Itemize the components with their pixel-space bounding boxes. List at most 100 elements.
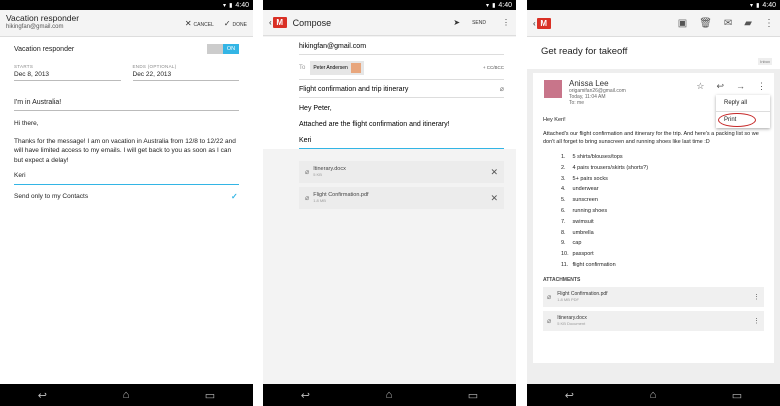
archive-icon[interactable]: ▣	[678, 18, 687, 29]
done-button[interactable]: ✓ DONE	[224, 19, 247, 28]
subject-field[interactable]: Flight confirmation and trip itinerary ⌀	[299, 80, 504, 98]
responder-form: Vacation responder ON STARTS Dec 8, 2013…	[0, 37, 253, 384]
page-title: Compose	[292, 17, 332, 28]
cancel-button[interactable]: ✕ CANCEL	[185, 19, 214, 28]
close-icon: ✕	[184, 18, 192, 28]
delete-icon[interactable]: 🗑	[699, 18, 712, 29]
subject-field[interactable]: I'm in Australia!	[14, 95, 239, 111]
message-overflow-menu: Reply all Print	[716, 95, 770, 128]
message-body: Hey Keri! Attached's our flight confirma…	[543, 116, 764, 271]
list-item: 3. 5+ pairs socks	[561, 175, 608, 182]
attachment-menu-icon[interactable]: ⋮	[753, 317, 760, 325]
attachment-item[interactable]: ⌀ Flight Confirmation.pdf 1.8 MB PDF ⋮	[543, 286, 764, 307]
status-bar: ▾ ▮ 4:40	[527, 0, 780, 10]
message-view: Get ready for takeoff Inbox Anissa Lee o…	[527, 37, 780, 384]
avatar[interactable]	[543, 79, 563, 99]
mark-unread-icon[interactable]: ✉	[724, 18, 732, 29]
app-bar: ‹ M ▣ 🗑 ✉ ▰ ⋮	[527, 10, 780, 37]
up-icon[interactable]: ‹	[269, 18, 272, 27]
back-icon[interactable]: ↩	[38, 389, 47, 402]
inbox-label-badge[interactable]: Inbox	[758, 58, 772, 65]
compose-form: hikingfan@gmail.com To Peter Andersen + …	[263, 37, 516, 384]
list-item: 2. 4 pairs trousers/skirts (shorts?)	[561, 164, 649, 171]
nav-bar: ↩ ⌂ ▭	[527, 384, 780, 406]
reply-icon[interactable]: ↩	[716, 81, 724, 92]
attachment-menu-icon[interactable]: ⋮	[753, 293, 760, 301]
forward-icon[interactable]: →	[736, 81, 745, 92]
cc-bcc-button[interactable]: + CC/BCC	[483, 65, 504, 70]
message-body[interactable]: Hey Peter, Attached are the flight confi…	[299, 98, 504, 149]
move-to-folder-icon[interactable]: ▰	[744, 18, 752, 29]
responder-label: Vacation responder	[14, 45, 75, 53]
home-icon[interactable]: ⌂	[386, 389, 393, 401]
back-icon[interactable]: ↩	[301, 389, 310, 402]
status-bar: ▾ ▮ 4:40	[263, 0, 516, 10]
message-overflow-icon[interactable]: ⋮	[757, 81, 766, 92]
avatar	[350, 63, 361, 73]
list-item: 4. underwear	[561, 186, 599, 193]
up-icon[interactable]: ‹	[533, 19, 536, 28]
list-item: 11. flight confirmation	[561, 261, 616, 268]
list-item: 9. cap	[561, 240, 582, 247]
attach-icon[interactable]: ⌀	[500, 85, 504, 93]
recents-icon[interactable]: ▭	[205, 389, 215, 402]
compose-screen: ▾ ▮ 4:40 ‹ M Compose ➤ SEND ⋮ hikingfan@g…	[263, 0, 516, 406]
attachment-item[interactable]: ⌀ Flight Confirmation.pdf 1.8 MB ✕	[299, 187, 504, 209]
battery-icon: ▮	[756, 2, 760, 9]
list-item: 10. passport	[561, 251, 594, 258]
recents-icon[interactable]: ▭	[732, 389, 742, 402]
vacation-responder-screen: ▾ ▮ 4:40 Vacation responder hikingfan@gm…	[0, 0, 253, 406]
star-icon[interactable]: ☆	[696, 81, 704, 92]
list-item: 1. 5 shirts/blouses/tops	[561, 154, 623, 160]
check-icon: ✓	[223, 18, 231, 28]
start-date-picker[interactable]: Dec 8, 2013	[14, 69, 121, 81]
remove-attachment-icon[interactable]: ✕	[490, 167, 498, 178]
contacts-only-checkbox[interactable]: ✓	[231, 192, 239, 201]
home-icon[interactable]: ⌂	[123, 389, 130, 401]
list-item: 6. running shoes	[561, 207, 608, 214]
paperclip-icon: ⌀	[547, 293, 552, 301]
list-item: 5. sunscreen	[561, 197, 598, 204]
status-time: 4:40	[498, 1, 512, 9]
wifi-icon: ▾	[223, 2, 227, 9]
message-subject: Get ready for takeoff	[541, 46, 628, 57]
responder-toggle[interactable]: ON	[207, 44, 239, 54]
menu-item-print[interactable]: Print	[716, 111, 770, 128]
contacts-only-label: Send only to my Contacts	[14, 193, 89, 201]
app-bar: Vacation responder hikingfan@gmail.com ✕…	[0, 10, 253, 37]
from-field[interactable]: hikingfan@gmail.com	[299, 37, 504, 55]
battery-icon: ▮	[492, 2, 496, 9]
attachment-item[interactable]: ⌀ Itinerary.docx 5 KB ✕	[299, 161, 504, 183]
recipient-line: To: me	[569, 100, 585, 106]
remove-attachment-icon[interactable]: ✕	[490, 193, 498, 204]
sender-name: Anissa Lee	[569, 79, 609, 88]
overflow-menu-icon[interactable]: ⋮	[502, 18, 510, 27]
list-item: 8. umbrella	[561, 229, 594, 236]
wifi-icon: ▾	[486, 2, 490, 9]
paperclip-icon: ⌀	[547, 317, 552, 325]
message-card: Anissa Lee origamifan26@gmail.com Today,…	[533, 73, 774, 363]
account-email: hikingfan@gmail.com	[6, 24, 64, 30]
send-icon: ➤	[453, 18, 461, 27]
recents-icon[interactable]: ▭	[468, 389, 478, 402]
attachment-item[interactable]: ⌀ Itinerary.docx 5 KB Document ⋮	[543, 310, 764, 331]
home-icon[interactable]: ⌂	[650, 389, 657, 401]
send-button[interactable]: ➤ SEND ⋮	[453, 18, 510, 27]
page-title: Vacation responder	[6, 13, 80, 23]
paperclip-icon: ⌀	[305, 169, 310, 176]
packing-list: 1. 5 shirts/blouses/tops 2. 4 pairs trou…	[543, 152, 764, 271]
message-field[interactable]: Hi there, Thanks for the message! I am o…	[14, 119, 239, 185]
gmail-logo-icon: M	[536, 17, 551, 29]
attachments-heading: ATTACHMENTS	[543, 276, 581, 283]
battery-icon: ▮	[229, 2, 233, 9]
to-label: To	[299, 65, 306, 71]
list-item: 7. swimsuit	[561, 218, 594, 225]
status-time: 4:40	[762, 1, 776, 9]
back-icon[interactable]: ↩	[565, 389, 574, 402]
status-bar: ▾ ▮ 4:40	[0, 0, 253, 10]
overflow-menu-icon[interactable]: ⋮	[764, 18, 774, 29]
menu-item-reply-all[interactable]: Reply all	[716, 95, 770, 111]
recipient-chip[interactable]: Peter Andersen	[310, 61, 364, 75]
status-time: 4:40	[235, 1, 249, 9]
end-date-picker[interactable]: Dec 22, 2013	[132, 69, 239, 81]
